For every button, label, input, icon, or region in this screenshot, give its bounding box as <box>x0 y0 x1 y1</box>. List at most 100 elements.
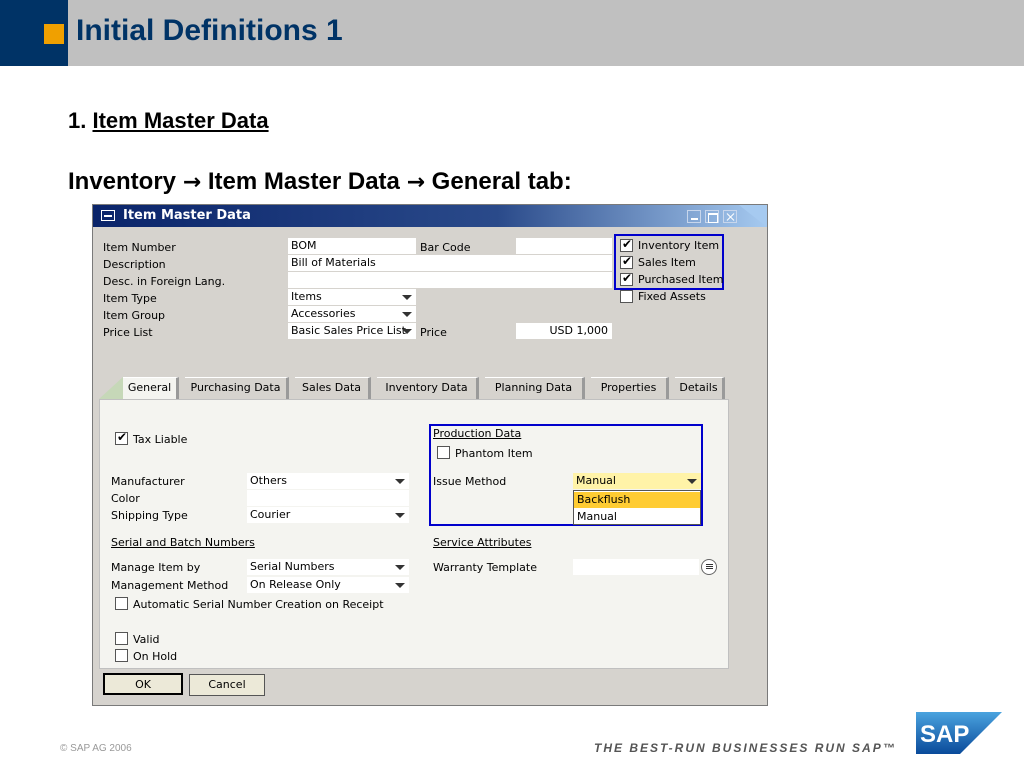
issue-method-value: Manual <box>576 474 616 487</box>
ok-button[interactable]: OK <box>103 673 183 695</box>
item-number-field[interactable]: BOM <box>288 238 416 254</box>
navigation-path: Inventory → Item Master Data → General t… <box>68 168 572 196</box>
cancel-button[interactable]: Cancel <box>189 674 265 696</box>
item-type-value: Items <box>291 290 322 303</box>
copyright-notice: © SAP AG 2006 <box>60 743 132 754</box>
check-icon: ✔ <box>117 430 128 444</box>
chevron-down-icon <box>395 565 405 570</box>
path-general-tab: General tab: <box>431 168 572 195</box>
issue-method-label: Issue Method <box>433 475 507 488</box>
titlebar-corner-decoration <box>739 205 767 227</box>
check-icon: ✔ <box>622 254 633 268</box>
tab-properties[interactable]: Properties <box>591 377 669 399</box>
management-method-select[interactable]: On Release Only <box>247 577 409 593</box>
issue-method-dropdown: Backflush Manual <box>573 490 701 525</box>
chevron-down-icon <box>395 583 405 588</box>
serial-batch-heading: Serial and Batch Numbers <box>111 536 255 549</box>
description-field[interactable]: Bill of Materials <box>288 255 612 271</box>
service-attributes-heading: Service Attributes <box>433 536 532 549</box>
price-list-select[interactable]: Basic Sales Price List <box>288 323 416 339</box>
section-title: Item Master Data <box>92 108 269 133</box>
dropdown-option-backflush[interactable]: Backflush <box>574 492 700 508</box>
warranty-template-label: Warranty Template <box>433 561 537 574</box>
inventory-item-checkbox[interactable]: ✔ <box>620 237 633 252</box>
issue-method-select[interactable]: Manual <box>573 473 701 489</box>
color-field[interactable] <box>247 490 409 506</box>
section-heading: 1. Item Master Data <box>68 108 269 134</box>
minimize-button[interactable] <box>687 210 701 223</box>
item-group-label: Item Group <box>103 309 166 322</box>
shipping-type-label: Shipping Type <box>111 509 188 522</box>
sap-logo: SAP <box>916 712 1002 754</box>
on-hold-label: On Hold <box>133 650 178 663</box>
sap-tagline: THE BEST-RUN BUSINESSES RUN SAP™ <box>594 741 897 755</box>
color-label: Color <box>111 492 140 505</box>
shipping-type-select[interactable]: Courier <box>247 507 409 523</box>
list-icon[interactable] <box>701 559 717 575</box>
tab-sales-data[interactable]: Sales Data <box>295 377 371 399</box>
item-group-select[interactable]: Accessories <box>288 306 416 322</box>
purchased-item-label: Purchased Item <box>638 273 724 286</box>
chevron-down-icon <box>687 479 697 484</box>
inventory-item-label: Inventory Item <box>638 239 720 252</box>
tax-liable-checkbox[interactable]: ✔ <box>115 430 128 445</box>
bar-code-label: Bar Code <box>420 241 471 254</box>
tab-purchasing-data[interactable]: Purchasing Data <box>185 377 289 399</box>
price-list-label: Price List <box>103 326 153 339</box>
valid-checkbox[interactable] <box>115 632 128 645</box>
price-list-value: Basic Sales Price List <box>291 324 406 337</box>
sap-logo-text: SAP <box>920 721 969 748</box>
path-item-master-data: Item Master Data <box>207 168 400 195</box>
tax-liable-label: Tax Liable <box>133 433 188 446</box>
maximize-button[interactable] <box>705 210 719 223</box>
chevron-down-icon <box>402 329 412 334</box>
manage-item-by-label: Manage Item by <box>111 561 201 574</box>
foreign-description-label: Desc. in Foreign Lang. <box>103 275 226 288</box>
window-titlebar[interactable]: Item Master Data <box>93 205 767 227</box>
tab-inventory-data[interactable]: Inventory Data <box>377 377 479 399</box>
sales-item-checkbox[interactable]: ✔ <box>620 254 633 269</box>
tab-planning-data[interactable]: Planning Data <box>485 377 585 399</box>
management-method-value: On Release Only <box>250 578 341 591</box>
chevron-down-icon <box>395 513 405 518</box>
chevron-down-icon <box>395 479 405 484</box>
shipping-type-value: Courier <box>250 508 291 521</box>
tab-details[interactable]: Details <box>675 377 725 399</box>
tab-general[interactable]: General <box>123 377 179 400</box>
slide-title: Initial Definitions 1 <box>76 14 343 47</box>
bar-code-field[interactable] <box>516 238 612 254</box>
manufacturer-label: Manufacturer <box>111 475 185 488</box>
orange-square-icon <box>44 24 64 44</box>
auto-serial-label: Automatic Serial Number Creation on Rece… <box>133 598 384 611</box>
foreign-description-field[interactable] <box>288 272 612 288</box>
manufacturer-select[interactable]: Others <box>247 473 409 489</box>
manage-item-by-select[interactable]: Serial Numbers <box>247 559 409 575</box>
on-hold-checkbox[interactable] <box>115 649 128 662</box>
item-master-data-window: Item Master Data Item Number BOM Bar Cod… <box>92 204 768 706</box>
manage-item-by-value: Serial Numbers <box>250 560 335 573</box>
management-method-label: Management Method <box>111 579 229 592</box>
fixed-assets-label: Fixed Assets <box>638 290 706 303</box>
item-type-select[interactable]: Items <box>288 289 416 305</box>
check-icon: ✔ <box>622 237 633 251</box>
valid-label: Valid <box>133 633 160 646</box>
purchased-item-checkbox[interactable]: ✔ <box>620 271 633 286</box>
item-number-label: Item Number <box>103 241 176 254</box>
manufacturer-value: Others <box>250 474 287 487</box>
phantom-item-label: Phantom Item <box>455 447 533 460</box>
price-field[interactable]: USD 1,000 <box>516 323 612 339</box>
right-arrow-icon: → <box>182 170 202 195</box>
tab-row-decoration <box>99 377 123 399</box>
dropdown-option-manual[interactable]: Manual <box>574 509 700 525</box>
check-icon: ✔ <box>622 271 633 285</box>
phantom-item-checkbox[interactable] <box>437 446 450 459</box>
item-group-value: Accessories <box>291 307 356 320</box>
warranty-template-field[interactable] <box>573 559 699 575</box>
item-type-label: Item Type <box>103 292 157 305</box>
form-icon <box>101 210 115 221</box>
auto-serial-checkbox[interactable] <box>115 597 128 610</box>
path-inventory: Inventory <box>68 168 177 195</box>
window-title: Item Master Data <box>123 208 251 223</box>
close-button[interactable] <box>723 210 737 223</box>
fixed-assets-checkbox[interactable] <box>620 290 633 303</box>
